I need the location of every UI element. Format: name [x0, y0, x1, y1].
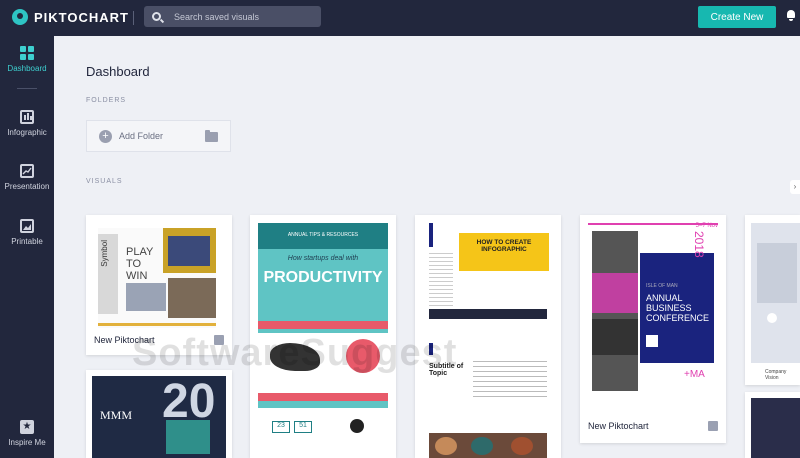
card-thumbnail: HOW TO CREATE INFOGRAPHIC Subtitle of To…	[423, 223, 553, 458]
image-icon	[20, 219, 34, 233]
thumbnail-dates: 5–7 Nov	[695, 223, 718, 229]
thumbnail-plus: +MA	[684, 369, 705, 380]
sidebar-item-label: Dashboard	[7, 64, 47, 73]
page-title: Dashboard	[86, 64, 150, 79]
visual-card[interactable]: Symbol PLAY TO WIN New Piktochart	[86, 215, 232, 355]
top-bar: PIKTOCHART Search saved visuals Create N…	[0, 0, 800, 36]
thumbnail-side-text: Symbol	[100, 240, 109, 267]
visual-card[interactable]: MMM 20	[86, 370, 232, 458]
sidebar-item-label: Inspire Me	[8, 438, 46, 447]
sidebar-item-label: Printable	[11, 237, 43, 246]
card-title: New Piktochart	[588, 421, 649, 431]
thumbnail-stat: 23	[272, 421, 290, 433]
notification-bell-icon[interactable]	[786, 10, 796, 21]
thumbnail-line: CONFERENCE	[646, 313, 710, 323]
card-thumbnail	[751, 398, 800, 458]
thumbnail-badge: ISLE OF MAN	[646, 283, 678, 289]
thumbnail-line: BUSINESS	[646, 303, 692, 313]
thumbnail-headline: PLAY TO WIN	[126, 246, 154, 282]
thumbnail-year: 2018	[692, 231, 706, 258]
search-placeholder: Search saved visuals	[174, 11, 260, 22]
thumbnail-headline: MMM	[100, 408, 133, 422]
thumbnail-caption: Company Vision	[765, 369, 787, 381]
thumbnail-stat: 51	[294, 421, 312, 433]
card-title: New Piktochart	[94, 335, 155, 345]
sidebar-item-label: Infographic	[7, 128, 47, 137]
search-icon	[152, 12, 161, 21]
thumbnail-subheading: Subtitle of Topic	[429, 363, 464, 377]
star-icon: ★	[20, 420, 34, 434]
folders-heading: FOLDERS	[86, 97, 127, 104]
card-thumbnail: Company Vision	[751, 223, 800, 381]
sidebar-item-inspire-me[interactable]: ★ Inspire Me	[0, 420, 54, 447]
card-thumbnail: MMM 20	[92, 376, 226, 458]
logo-icon	[12, 9, 28, 25]
thumbnail-subtitle: How startups deal with	[287, 255, 359, 262]
share-icon[interactable]	[708, 421, 718, 431]
card-thumbnail: Symbol PLAY TO WIN	[98, 228, 216, 328]
card-thumbnail: ANNUAL TIPS & RESOURCES How startups dea…	[258, 223, 388, 458]
grid-icon	[20, 46, 34, 60]
piktochart-logo[interactable]: PIKTOCHART	[12, 9, 129, 25]
visual-card[interactable]	[745, 392, 800, 458]
infographic-icon	[20, 110, 34, 124]
sidebar-item-presentation[interactable]: Presentation	[0, 164, 54, 191]
logo-text: PIKTOCHART	[34, 9, 129, 25]
thumbnail-headline: HOW TO CREATE INFOGRAPHIC	[476, 239, 532, 253]
scroll-handle[interactable]: ›	[790, 180, 800, 194]
sidebar-divider	[17, 88, 37, 89]
sidebar-item-infographic[interactable]: Infographic	[0, 110, 54, 137]
create-new-button[interactable]: Create New	[698, 6, 776, 28]
sidebar-item-label: Presentation	[4, 182, 50, 191]
plus-icon: +	[99, 129, 112, 143]
thumbnail-number: 20	[162, 375, 216, 428]
sidebar-item-dashboard[interactable]: Dashboard	[0, 46, 54, 73]
add-folder-label: Add Folder	[119, 131, 164, 141]
card-thumbnail: 5–7 Nov 2018 ISLE OF MAN ANNUAL BUSINESS…	[588, 223, 718, 403]
visual-card[interactable]: ANNUAL TIPS & RESOURCES How startups dea…	[250, 215, 396, 458]
thumbnail-headline: PRODUCTIVITY	[263, 269, 383, 286]
visual-card[interactable]: 5–7 Nov 2018 ISLE OF MAN ANNUAL BUSINESS…	[580, 215, 726, 443]
add-folder-button[interactable]: + Add Folder	[86, 120, 231, 152]
logo-divider	[133, 11, 134, 25]
sidebar-item-printable[interactable]: Printable	[0, 219, 54, 246]
share-icon[interactable]	[214, 335, 224, 345]
thumbnail-banner: ANNUAL TIPS & RESOURCES	[287, 232, 359, 238]
visual-card[interactable]: HOW TO CREATE INFOGRAPHIC Subtitle of To…	[415, 215, 561, 458]
thumbnail-line: ANNUAL	[646, 293, 683, 303]
sidebar: Dashboard Infographic Presentation Print…	[0, 36, 54, 458]
folder-icon	[205, 130, 218, 142]
visuals-heading: VISUALS	[86, 178, 123, 185]
visual-card[interactable]: Company Vision	[745, 215, 800, 385]
chart-line-icon	[20, 164, 34, 178]
search-input[interactable]: Search saved visuals	[144, 6, 321, 27]
